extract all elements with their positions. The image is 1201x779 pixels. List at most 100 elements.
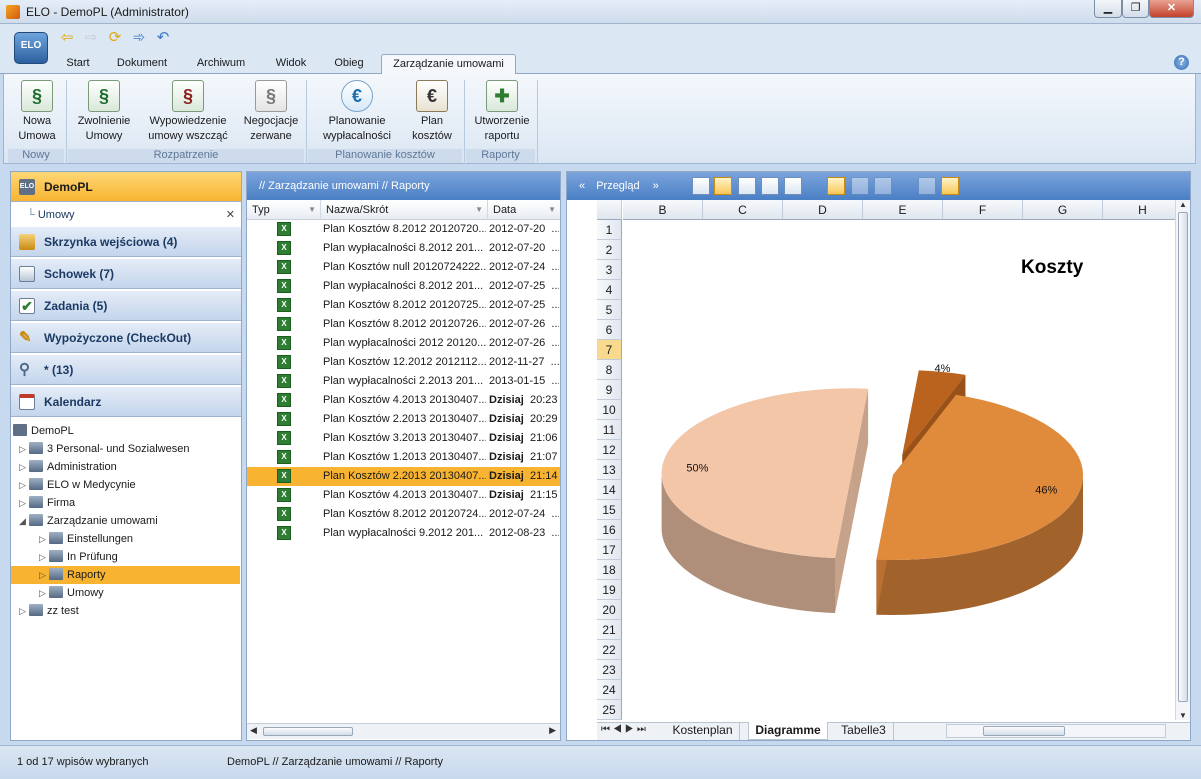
row-header[interactable]: 14 — [597, 480, 622, 500]
list-row[interactable]: X Plan Kosztów 8.2012 20120720... 2012-07-… — [247, 220, 560, 239]
row-header[interactable]: 22 — [597, 640, 622, 660]
tree-item-in-pruefung[interactable]: ▷ In Prüfung — [11, 548, 240, 566]
tree-item-elo-medycyna[interactable]: ▷ ELO w Medycynie — [11, 476, 240, 494]
view-page-icon[interactable] — [714, 177, 732, 195]
row-header[interactable]: 20 — [597, 600, 622, 620]
forward-arrow-icon[interactable]: ⇨ — [82, 29, 100, 47]
folder-view-icon[interactable] — [851, 177, 869, 195]
document-icon[interactable] — [827, 177, 845, 195]
row-header[interactable]: 6 — [597, 320, 622, 340]
new-contract-button[interactable]: § Nowa Umowa — [12, 80, 62, 144]
list-row[interactable]: X Plan Kosztów null 20120724222... 2012-07… — [247, 258, 560, 277]
list-row[interactable]: X Plan Kosztów 2.2013 20130407... Dzisiaj … — [247, 410, 560, 429]
tree-item-personal[interactable]: ▷ 3 Personal- und Sozialwesen — [11, 440, 240, 458]
next-nav-icon[interactable]: » — [653, 180, 659, 192]
view-list-icon[interactable] — [692, 177, 710, 195]
list-row[interactable]: X Plan Kosztów 4.2013 20130407... Dzisiaj … — [247, 391, 560, 410]
row-header[interactable]: 23 — [597, 660, 622, 680]
column-nazwa[interactable]: Nazwa/Skrót ▼ — [321, 200, 488, 220]
spreadsheet-viewer[interactable]: BCDEFGH 1 2 3 4 5 6 7 8 9 10 11 12 13 14 15 16 17 18 19 20 2… — [597, 200, 1175, 720]
expand-icon[interactable]: ▷ — [19, 476, 29, 494]
expand-icon[interactable]: ▷ — [19, 458, 29, 476]
column-header[interactable]: D — [783, 200, 863, 220]
list-row[interactable]: X Plan wypłacalności 8.2012 201... 2012-07… — [247, 239, 560, 258]
nav-header-demopl[interactable]: ELO DemoPL — [11, 172, 241, 202]
sheet-horizontal-scrollbar[interactable] — [946, 724, 1166, 738]
back-arrow-icon[interactable]: ⇦ — [58, 29, 76, 47]
nav-sub-item-umowy[interactable]: └ Umowy ✕ — [11, 204, 241, 226]
column-header[interactable]: E — [863, 200, 943, 220]
row-header[interactable]: 24 — [597, 680, 622, 700]
select-all-corner[interactable] — [597, 200, 622, 220]
expand-icon[interactable]: ▷ — [19, 494, 29, 512]
sheet-icon[interactable] — [941, 177, 959, 195]
cost-plan-button[interactable]: € Plan kosztów — [404, 80, 460, 144]
solvency-planning-button[interactable]: € Planowanie wypłacalności — [318, 80, 396, 144]
sheet-tab-diagramme[interactable]: Diagramme — [748, 722, 828, 740]
row-header[interactable]: 10 — [597, 400, 622, 420]
row-header[interactable]: 12 — [597, 440, 622, 460]
row-header[interactable]: 19 — [597, 580, 622, 600]
close-button[interactable]: ✕ — [1149, 0, 1194, 18]
list-row[interactable]: X Plan Kosztów 4.2013 20130407... Dzisiaj … — [247, 486, 560, 505]
row-header[interactable]: 17 — [597, 540, 622, 560]
save-icon[interactable] — [918, 177, 936, 195]
row-header[interactable]: 15 — [597, 500, 622, 520]
row-header[interactable]: 4 — [597, 280, 622, 300]
nav-header-checkout[interactable]: ✎ Wypożyczone (CheckOut) — [11, 323, 241, 353]
column-header[interactable]: H — [1103, 200, 1175, 220]
sheet-tab-tabelle3[interactable]: Tabelle3 — [834, 722, 894, 740]
column-header[interactable]: B — [623, 200, 703, 220]
elo-menu-button[interactable]: ELO — [14, 32, 48, 64]
tab-obieg[interactable]: Obieg — [326, 54, 372, 74]
tree-item-umowy[interactable]: ▷ Umowy — [11, 584, 240, 602]
list-row[interactable]: X Plan Kosztów 12.2012 2012112... 2012-11-… — [247, 353, 560, 372]
refresh-icon[interactable]: ⟳ — [106, 29, 124, 47]
minimize-button[interactable]: ▁ — [1094, 0, 1122, 18]
row-header[interactable]: 7 — [597, 340, 622, 360]
maximize-button[interactable]: ❐ — [1122, 0, 1149, 18]
column-data[interactable]: Data ▼ — [488, 200, 560, 220]
help-icon[interactable]: ? — [1174, 55, 1189, 70]
vertical-scrollbar[interactable]: ▲ ▼ — [1175, 200, 1190, 720]
row-header[interactable]: 16 — [597, 520, 622, 540]
goto-icon[interactable]: ➾ — [130, 29, 148, 47]
list-row[interactable]: X Plan wypłacalności 8.2012 201... 2012-07… — [247, 277, 560, 296]
expand-icon[interactable]: ▷ — [19, 602, 29, 620]
list-row[interactable]: X Plan Kosztów 8.2012 20120725... 2012-07-… — [247, 296, 560, 315]
row-header[interactable]: 5 — [597, 300, 622, 320]
column-header[interactable]: F — [943, 200, 1023, 220]
tree-item-firma[interactable]: ▷ Firma — [11, 494, 240, 512]
sheet-tab-kostenplan[interactable]: Kostenplan — [666, 722, 740, 740]
terminate-contract-button[interactable]: § Wypowiedzenie umowy wszcząć — [140, 80, 236, 144]
prev-nav-icon[interactable]: « — [579, 180, 585, 192]
collapse-icon[interactable]: ◢ — [19, 512, 29, 530]
row-header[interactable]: 25 — [597, 700, 622, 720]
view-split-icon[interactable] — [761, 177, 779, 195]
tab-zarzadzanie-umowami[interactable]: Zarządzanie umowami — [381, 54, 516, 74]
tree-item-administration[interactable]: ▷ Administration — [11, 458, 240, 476]
scroll-thumb[interactable] — [983, 726, 1065, 736]
list-row[interactable]: X Plan Kosztów 2.2013 20130407... Dzisiaj … — [247, 467, 560, 486]
nav-header-search[interactable]: ⚲ * (13) — [11, 355, 241, 385]
row-header[interactable]: 9 — [597, 380, 622, 400]
column-typ[interactable]: Typ ▼ — [247, 200, 321, 220]
list-row[interactable]: X Plan Kosztów 3.2013 20130407... Dzisiaj … — [247, 429, 560, 448]
print-icon[interactable] — [874, 177, 892, 195]
list-row[interactable]: X Plan wypłacalności 2012 20120... 2012-07… — [247, 334, 560, 353]
release-contract-button[interactable]: § Zwolnienie Umowy — [72, 80, 136, 144]
nav-header-clipboard[interactable]: Schowek (7) — [11, 259, 241, 289]
column-header[interactable]: G — [1023, 200, 1103, 220]
row-header[interactable]: 21 — [597, 620, 622, 640]
close-icon[interactable]: ✕ — [226, 204, 235, 226]
row-header[interactable]: 18 — [597, 560, 622, 580]
undo-icon[interactable]: ↶ — [154, 29, 172, 47]
expand-icon[interactable]: ▷ — [39, 584, 49, 602]
list-row[interactable]: X Plan Kosztów 1.2013 20130407... Dzisiaj … — [247, 448, 560, 467]
row-header[interactable]: 1 — [597, 220, 622, 240]
expand-icon[interactable]: ▷ — [19, 440, 29, 458]
tab-dokument[interactable]: Dokument — [108, 54, 176, 74]
row-header[interactable]: 11 — [597, 420, 622, 440]
column-header[interactable]: C — [703, 200, 783, 220]
row-header[interactable]: 8 — [597, 360, 622, 380]
